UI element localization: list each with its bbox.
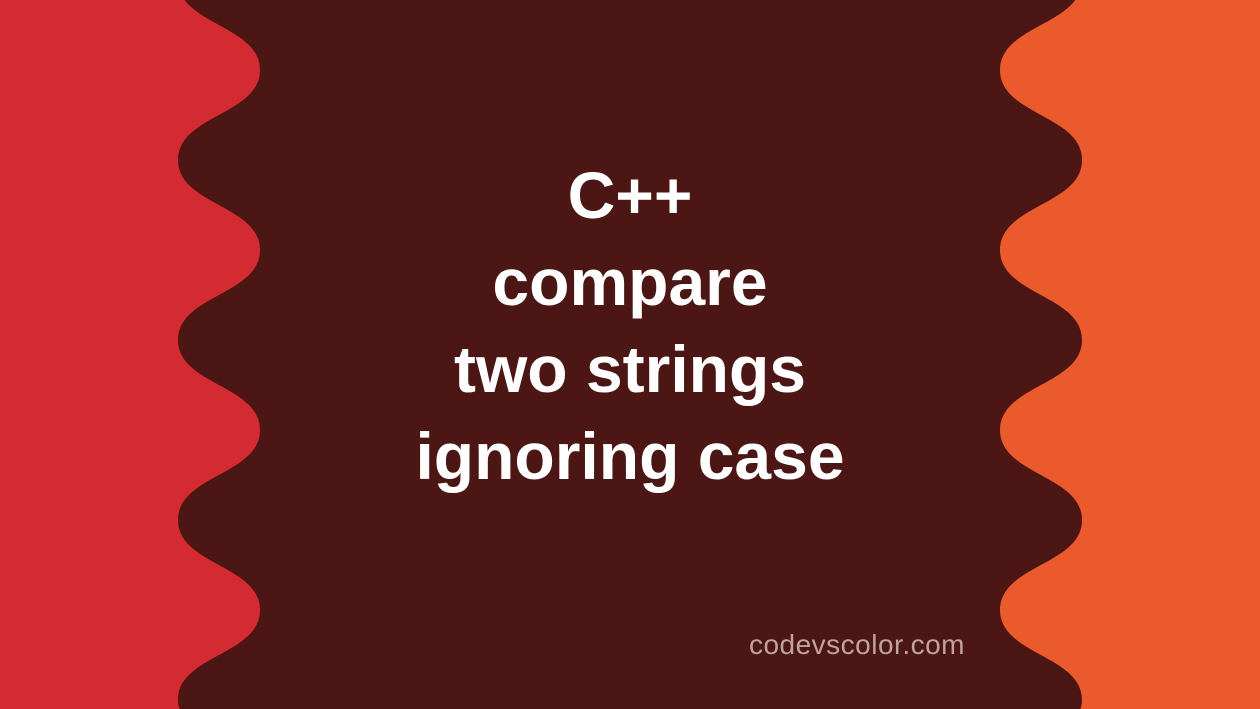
title-line-4: ignoring case [415,413,844,500]
watermark-text: codevscolor.com [749,629,965,661]
title-line-3: two strings [415,326,844,413]
title-line-2: compare [415,239,844,326]
left-background [0,0,320,709]
banner-title: C++ compare two strings ignoring case [415,152,844,500]
title-line-1: C++ [415,152,844,239]
banner-card: C++ compare two strings ignoring case co… [0,0,1260,709]
right-background [940,0,1260,709]
